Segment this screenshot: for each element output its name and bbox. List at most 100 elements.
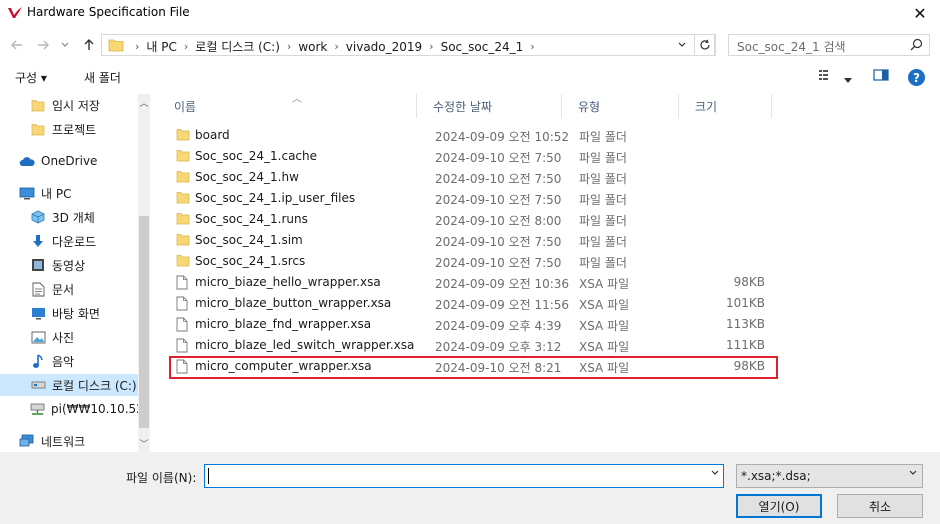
sidebar-item-downloads[interactable]: 다운로드 xyxy=(0,230,138,252)
view-dropdown[interactable] xyxy=(844,73,852,87)
file-type-filter[interactable]: *.xsa;*.dsa; xyxy=(736,464,923,488)
breadcrumb-project[interactable]: Soc_soc_24_1 xyxy=(441,40,524,54)
search-placeholder: Soc_soc_24_1 검색 xyxy=(737,40,846,54)
folder-row[interactable]: Soc_soc_24_1.runs 2024-09-10 오전 8:00 파일 폴더 xyxy=(172,209,772,230)
file-icon xyxy=(176,338,190,353)
cube-icon xyxy=(30,209,46,225)
chevron-down-icon xyxy=(909,470,917,475)
vivado-logo-icon xyxy=(8,7,22,18)
highlight-annotation xyxy=(169,356,778,379)
column-header-size[interactable]: 크기 xyxy=(679,94,771,118)
address-bar[interactable]: › 내 PC › 로컬 디스크 (C:) › work › vivado_201… xyxy=(101,34,715,56)
file-row[interactable]: micro_blaze_fnd_wrapper.xsa 2024-09-09 오후… xyxy=(172,314,772,335)
sidebar-item-pictures[interactable]: 사진 xyxy=(0,326,138,348)
column-header-date[interactable]: 수정한 날짜 xyxy=(417,94,561,118)
filename-label: 파일 이름(N): xyxy=(126,471,197,485)
sidebar-item-label: 사진 xyxy=(52,330,75,345)
filename-input[interactable] xyxy=(204,464,724,488)
scroll-up-icon[interactable]: ︿ xyxy=(138,96,150,109)
sidebar-item-label: 임시 저장 xyxy=(52,98,100,113)
file-row[interactable]: micro_blaze_button_wrapper.xsa 2024-09-09… xyxy=(172,293,772,314)
refresh-button[interactable] xyxy=(694,34,716,56)
address-history-dropdown[interactable] xyxy=(672,35,692,55)
recent-locations-button[interactable] xyxy=(58,34,72,56)
help-button[interactable]: ? xyxy=(908,69,925,86)
sort-ascending-icon: ︿ xyxy=(292,94,302,105)
search-icon xyxy=(910,38,923,51)
folder-row[interactable]: Soc_soc_24_1.sim 2024-09-10 오전 7:50 파일 폴더 xyxy=(172,230,772,251)
open-button[interactable]: 열기(O) xyxy=(736,494,822,518)
sidebar-scrollbar[interactable]: ︿ ﹀ xyxy=(138,94,150,452)
filename-history-dropdown[interactable] xyxy=(711,469,719,479)
column-header-type[interactable]: 유형 xyxy=(562,94,678,118)
file-type: 파일 폴더 xyxy=(579,256,627,270)
column-divider[interactable] xyxy=(771,94,772,118)
file-size: 111KB xyxy=(725,338,765,352)
breadcrumb-this-pc[interactable]: 내 PC xyxy=(146,38,176,55)
sidebar-item-label: 3D 개체 xyxy=(52,210,95,225)
filter-dropdown[interactable] xyxy=(909,469,917,479)
sidebar-item-music[interactable]: 음악 xyxy=(0,350,138,372)
column-label: 크기 xyxy=(695,99,718,114)
refresh-icon xyxy=(700,39,710,50)
sidebar-item-3d-objects[interactable]: 3D 개체 xyxy=(0,206,138,228)
view-list-icon xyxy=(819,70,828,80)
file-type: XSA 파일 xyxy=(579,319,630,333)
folder-icon xyxy=(176,212,190,226)
folder-icon xyxy=(176,128,190,142)
back-button[interactable] xyxy=(6,34,28,56)
folder-row[interactable]: Soc_soc_24_1.srcs 2024-09-10 오전 7:50 파일 폴더 xyxy=(172,251,772,272)
column-header-name[interactable]: 이름 ︿ xyxy=(158,94,416,118)
column-label: 유형 xyxy=(578,99,601,114)
file-date: 2024-09-10 오전 7:50 xyxy=(435,172,562,186)
arrow-up-icon xyxy=(84,39,94,50)
file-row[interactable]: micro_blaze_led_switch_wrapper.xsa 2024-0… xyxy=(172,335,772,356)
new-folder-button[interactable]: 새 폴더 xyxy=(84,69,121,86)
breadcrumb-local-disk[interactable]: 로컬 디스크 (C:) xyxy=(195,38,280,55)
cancel-button[interactable]: 취소 xyxy=(837,494,923,518)
scroll-thumb[interactable] xyxy=(139,216,149,428)
sidebar-item-network[interactable]: 네트워크 xyxy=(0,430,138,452)
organize-button[interactable]: 구성 ▾ xyxy=(15,69,47,86)
sidebar-item-this-pc[interactable]: 내 PC xyxy=(0,182,138,204)
file-name: Soc_soc_24_1.sim xyxy=(195,233,303,247)
up-button[interactable] xyxy=(78,34,100,56)
file-row[interactable]: micro_biaze_hello_wrapper.xsa 2024-09-09 … xyxy=(172,272,772,293)
chevron-right-icon: › xyxy=(286,40,292,53)
sidebar-item-label: 로컬 디스크 (C:) xyxy=(52,378,137,393)
caret-down-icon xyxy=(844,78,852,83)
close-button[interactable]: ✕ xyxy=(900,0,940,26)
folder-icon xyxy=(176,170,190,184)
video-icon xyxy=(30,257,46,273)
sidebar-item-project[interactable]: 프로젝트 xyxy=(0,118,138,140)
search-input[interactable]: Soc_soc_24_1 검색 xyxy=(728,34,930,56)
folder-row[interactable]: Soc_soc_24_1.hw 2024-09-10 오전 7:50 파일 폴더 xyxy=(172,167,772,188)
file-type: XSA 파일 xyxy=(579,298,630,312)
sidebar-item-label: 문서 xyxy=(52,282,75,297)
folder-row[interactable]: Soc_soc_24_1.ip_user_files 2024-09-10 오전 … xyxy=(172,188,772,209)
preview-pane-button[interactable] xyxy=(873,68,889,85)
file-date: 2024-09-09 오후 3:12 xyxy=(435,340,562,354)
scroll-down-icon[interactable]: ﹀ xyxy=(138,437,150,450)
folder-icon xyxy=(176,149,190,163)
folder-row[interactable]: Soc_soc_24_1.cache 2024-09-10 오전 7:50 파일 폴… xyxy=(172,146,772,167)
folder-icon xyxy=(108,39,124,52)
sidebar-item-local-disk[interactable]: 로컬 디스크 (C:) xyxy=(0,374,138,396)
breadcrumb-vivado[interactable]: vivado_2019 xyxy=(346,40,422,54)
network-icon xyxy=(19,433,35,449)
file-list: 이름 ︿ 수정한 날짜 유형 크기 board 2024-09-09 오전 10:… xyxy=(158,94,940,452)
sidebar-item-network-drive[interactable]: pi(₩₩10.10.52.9 xyxy=(0,398,138,420)
breadcrumb-work[interactable]: work xyxy=(298,40,327,54)
view-options-button[interactable] xyxy=(818,68,834,85)
desktop-icon xyxy=(30,305,46,321)
folder-icon xyxy=(176,233,190,247)
file-name: micro_blaze_led_switch_wrapper.xsa xyxy=(195,338,415,352)
folder-row[interactable]: board 2024-09-09 오전 10:52 파일 폴더 xyxy=(172,125,772,146)
sidebar-item-videos[interactable]: 동영상 xyxy=(0,254,138,276)
sidebar-item-desktop[interactable]: 바탕 화면 xyxy=(0,302,138,324)
sidebar-item-onedrive[interactable]: OneDrive xyxy=(0,150,138,172)
sidebar-item-temp[interactable]: 임시 저장 xyxy=(0,94,138,116)
forward-button[interactable] xyxy=(32,34,54,56)
sidebar-item-documents[interactable]: 문서 xyxy=(0,278,138,300)
sidebar-item-label: 프로젝트 xyxy=(52,122,97,137)
